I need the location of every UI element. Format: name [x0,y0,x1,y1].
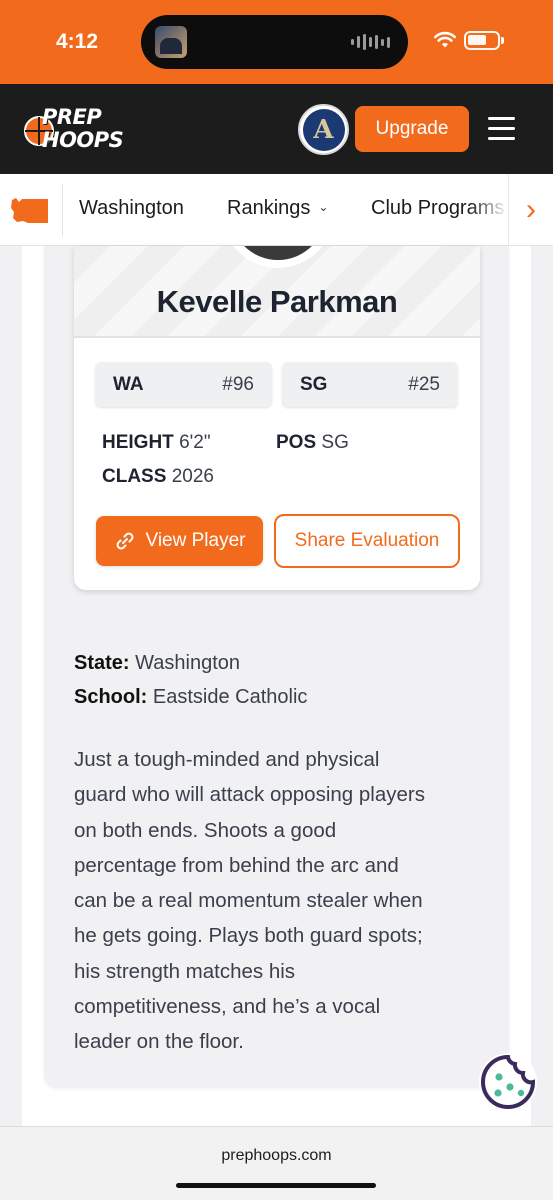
nav-fade [470,174,508,245]
position-rank-value: #25 [408,374,440,395]
evaluation-line: guard who will attack opposing players [74,783,425,807]
evaluation-line: on both ends. Shoots a good [74,818,337,842]
view-player-button[interactable]: View Player [96,516,263,566]
player-name: Kevelle Parkman [156,284,398,319]
evaluation-line: his strength matches his [74,959,296,983]
status-time: 4:12 [56,30,99,53]
share-evaluation-button[interactable]: Share Evaluation [274,514,460,568]
dynamic-island[interactable] [141,15,408,69]
school-label: School: [74,686,148,708]
pos-label: POS [276,432,317,453]
evaluation-line: leader on the floor. [74,1030,244,1054]
state-value: Washington [135,652,241,674]
evaluation-line: percentage from behind the arc and [74,853,399,877]
player-card: Kevelle Parkman WA #96 SG #25 HEIGHT 6'2… [74,246,480,590]
state-nav-bar: Washington Rankings ⌄ Club Programs › [0,174,553,246]
evaluation-line: Just a tough-minded and physical [74,748,380,771]
evaluation-line: he gets going. Plays both guard spots; [74,924,423,948]
app-header: PREP HOOPS [0,84,553,174]
state-label: State: [74,652,130,674]
state-rank-value: #96 [222,374,254,395]
now-playing-thumbnail [155,26,187,58]
user-avatar[interactable]: A [298,104,349,155]
player-headshot [222,246,334,268]
nav-item-washington[interactable]: Washington [79,197,184,220]
washington-state-icon[interactable] [8,196,52,226]
height-label: HEIGHT [102,432,174,453]
school-value: Eastside Catholic [152,686,308,708]
state-line: State: Washington [74,652,240,675]
position-rank-badge: SG #25 [282,362,458,407]
menu-icon[interactable] [487,114,517,144]
school-line: School: Eastside Catholic [74,686,307,709]
nav-divider [62,184,63,236]
prep-hoops-logo[interactable]: PREP HOOPS [24,106,134,154]
avatar-logo: A [302,108,345,151]
battery-icon [464,31,504,50]
browser-toolbar: prephoops.com [0,1126,553,1200]
state-rank-badge: WA #96 [95,362,272,407]
logo-wordmark: PREP HOOPS [42,105,124,152]
class-value: 2026 [171,466,214,487]
position-attribute: POS SG [276,432,349,454]
evaluation-text: Just a tough-minded and physical guard w… [74,742,484,1060]
wifi-icon [434,31,456,48]
height-value: 6'2" [179,432,211,453]
audio-waveform-icon [351,33,390,51]
pos-value: SG [321,432,349,453]
evaluation-line: competitiveness, and he’s a vocal [74,995,381,1019]
view-player-label: View Player [145,530,246,551]
chevron-down-icon: ⌄ [318,200,329,214]
card-header: Kevelle Parkman [74,246,480,338]
logo-line-2: HOOPS [42,128,124,152]
position-rank-label: SG [300,374,328,395]
home-indicator[interactable] [176,1183,376,1188]
browser-url[interactable]: prephoops.com [0,1147,553,1165]
chevron-right-icon[interactable]: › [508,174,553,245]
upgrade-button[interactable]: Upgrade [355,106,469,152]
link-icon [116,532,133,550]
logo-line-1: PREP [42,105,102,129]
evaluation-line: can be a real momentum stealer when [74,889,423,913]
status-bar: 4:12 [0,0,553,84]
class-label: CLASS [102,466,167,487]
state-rank-label: WA [113,374,144,395]
nav-item-rankings[interactable]: Rankings ⌄ [227,197,328,220]
cookie-icon[interactable] [479,1053,537,1111]
class-attribute: CLASS 2026 [102,466,214,488]
nav-item-rankings-label: Rankings [227,197,311,219]
height-attribute: HEIGHT 6'2" [102,432,211,454]
